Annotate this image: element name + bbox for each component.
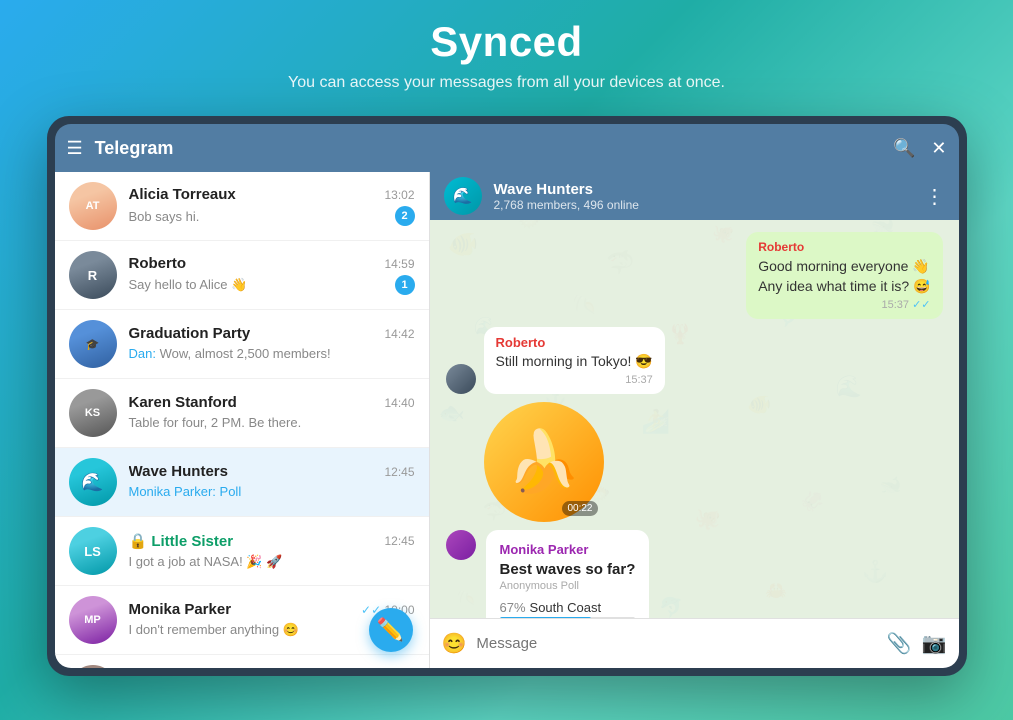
chat-item-graduation[interactable]: 🎓 Graduation Party 14:42 Dan: Wow, almos… xyxy=(55,310,429,379)
chat-preview-karen: Table for four, 2 PM. Be there. xyxy=(129,415,302,430)
avatar-karen: KS xyxy=(69,389,117,437)
more-options-icon[interactable]: ⋮ xyxy=(925,184,945,209)
chat-info-wave: Wave Hunters 12:45 Monika Parker: Poll xyxy=(129,463,415,501)
chat-preview-monika: I don't remember anything 😊 xyxy=(129,622,299,637)
chat-item-sister[interactable]: LS 🔒 Little Sister 12:45 I got a job at … xyxy=(55,517,429,586)
chat-time-sister: 12:45 xyxy=(384,534,414,548)
msg-roberto-right: Roberto Good morning everyone 👋Any idea … xyxy=(746,232,942,319)
avatar-alicia: AT xyxy=(69,182,117,230)
compose-button[interactable]: ✏️ xyxy=(369,608,413,652)
search-icon[interactable]: 🔍 xyxy=(893,138,915,159)
chat-header: 🌊 Wave Hunters 2,768 members, 496 online… xyxy=(430,172,959,220)
group-name: Wave Hunters xyxy=(494,181,913,198)
poll-avatar xyxy=(446,530,476,560)
poll-sender: Monika Parker xyxy=(500,542,636,557)
chat-item-cat[interactable]: 🐱 Cat Videos 🎬 Video xyxy=(55,655,429,668)
chat-area: 🐠 🐡 🦈 🐙 🦑 🐋 🌊 🐚 🦞 🐬 🦀 🐟 xyxy=(430,172,959,668)
chat-info-karen: Karen Stanford 14:40 Table for four, 2 P… xyxy=(129,394,415,432)
msg-time-roberto: 15:37 xyxy=(496,374,653,386)
input-area: 😊 📎 📷 xyxy=(430,618,959,668)
chat-name-monika: Monika Parker xyxy=(129,601,232,618)
avatar-wave: 🌊 xyxy=(69,458,117,506)
group-sub: 2,768 members, 496 online xyxy=(494,198,913,212)
msg-roberto-left-row: Roberto Still morning in Tokyo! 😎 15:37 xyxy=(446,327,943,394)
chat-name-alicia: Alicia Torreaux xyxy=(129,186,236,203)
msg-text-roberto: Still morning in Tokyo! 😎 xyxy=(496,352,653,372)
poll-bubble: Monika Parker Best waves so far? Anonymo… xyxy=(486,530,650,618)
msg-avatar-roberto xyxy=(446,364,476,394)
app-header: ☰ Telegram 🔍 ✕ xyxy=(55,124,959,172)
poll-row: Monika Parker Best waves so far? Anonymo… xyxy=(446,530,943,618)
chat-name-sister: 🔒 Little Sister xyxy=(129,532,234,550)
chat-preview-sister: I got a job at NASA! 🎉 🚀 xyxy=(129,554,283,569)
chat-list: AT Alicia Torreaux 13:02 Bob says hi. 2 xyxy=(55,172,429,668)
chat-item-karen[interactable]: KS Karen Stanford 14:40 Table for four, … xyxy=(55,379,429,448)
camera-icon[interactable]: 📷 xyxy=(922,631,947,656)
tick-icon: ✓✓ xyxy=(912,299,930,311)
device-frame: ☰ Telegram 🔍 ✕ AT xyxy=(47,116,967,676)
chat-info-sister: 🔒 Little Sister 12:45 I got a job at NAS… xyxy=(129,532,415,571)
avatar-roberto: R xyxy=(69,251,117,299)
poll-option-1: 67% South Coast xyxy=(500,600,636,618)
sticker-time: 00:22 xyxy=(562,501,597,516)
poll-title: Best waves so far? xyxy=(500,561,636,578)
avatar-cat: 🐱 xyxy=(69,665,117,668)
chat-time-alicia: 13:02 xyxy=(384,188,414,202)
msg-text-right: Good morning everyone 👋Any idea what tim… xyxy=(758,257,930,296)
chat-name-roberto: Roberto xyxy=(129,255,187,272)
poll-label-1: South Coast xyxy=(530,600,602,615)
chat-preview-graduation: Dan: Wow, almost 2,500 members! xyxy=(129,346,331,361)
avatar-monika: MP xyxy=(69,596,117,644)
avatar-sister: LS xyxy=(69,527,117,575)
chat-time-karen: 14:40 xyxy=(384,396,414,410)
hero-subtitle: You can access your messages from all yo… xyxy=(288,74,725,92)
chat-info-alicia: Alicia Torreaux 13:02 Bob says hi. 2 xyxy=(129,186,415,226)
chat-info-roberto: Roberto 14:59 Say hello to Alice 👋 1 xyxy=(129,255,415,295)
msg-roberto-right-wrapper: Roberto Good morning everyone 👋Any idea … xyxy=(446,232,943,319)
chat-time-wave: 12:45 xyxy=(384,465,414,479)
attach-icon[interactable]: 📎 xyxy=(887,631,912,656)
emoji-icon[interactable]: 😊 xyxy=(442,631,467,656)
sidebar: AT Alicia Torreaux 13:02 Bob says hi. 2 xyxy=(55,172,430,668)
msg-sender-right: Roberto xyxy=(758,240,930,254)
chat-name-wave: Wave Hunters xyxy=(129,463,228,480)
poll-pct-1: 67% xyxy=(500,600,526,615)
message-input[interactable] xyxy=(476,635,876,652)
badge-roberto: 1 xyxy=(395,275,415,295)
chat-name-graduation: Graduation Party xyxy=(129,325,251,342)
close-icon[interactable]: ✕ xyxy=(931,138,946,159)
chat-time-roberto: 14:59 xyxy=(384,257,414,271)
app-name: Telegram xyxy=(95,138,893,159)
app-body: AT Alicia Torreaux 13:02 Bob says hi. 2 xyxy=(55,172,959,668)
chat-name-karen: Karen Stanford xyxy=(129,394,237,411)
poll-type: Anonymous Poll xyxy=(500,580,636,592)
messages-area: Roberto Good morning everyone 👋Any idea … xyxy=(430,220,959,618)
chat-item-alicia[interactable]: AT Alicia Torreaux 13:02 Bob says hi. 2 xyxy=(55,172,429,241)
chat-header-info: Wave Hunters 2,768 members, 496 online xyxy=(494,181,913,212)
chat-item-roberto[interactable]: R Roberto 14:59 Say hello to Alice 👋 1 xyxy=(55,241,429,310)
chat-preview-roberto: Say hello to Alice 👋 xyxy=(129,277,248,293)
sticker-message: 🍌 00:22 xyxy=(484,402,604,522)
msg-sender-roberto: Roberto xyxy=(496,335,653,350)
chat-info-graduation: Graduation Party 14:42 Dan: Wow, almost … xyxy=(129,325,415,363)
avatar-graduation: 🎓 xyxy=(69,320,117,368)
chat-item-wave[interactable]: 🌊 Wave Hunters 12:45 Monika Parker: Poll xyxy=(55,448,429,517)
header-icons: 🔍 ✕ xyxy=(893,138,947,159)
device-inner: ☰ Telegram 🔍 ✕ AT xyxy=(55,124,959,668)
chat-preview-alicia: Bob says hi. xyxy=(129,209,200,224)
chat-time-graduation: 14:42 xyxy=(384,327,414,341)
badge-alicia: 2 xyxy=(395,206,415,226)
msg-roberto-left: Roberto Still morning in Tokyo! 😎 15:37 xyxy=(484,327,665,394)
group-avatar: 🌊 xyxy=(444,177,482,215)
msg-time-right: 15:37 ✓✓ xyxy=(758,298,930,311)
hero-title: Synced xyxy=(430,18,582,66)
menu-icon[interactable]: ☰ xyxy=(67,138,83,159)
chat-preview-wave: Monika Parker: Poll xyxy=(129,484,242,499)
